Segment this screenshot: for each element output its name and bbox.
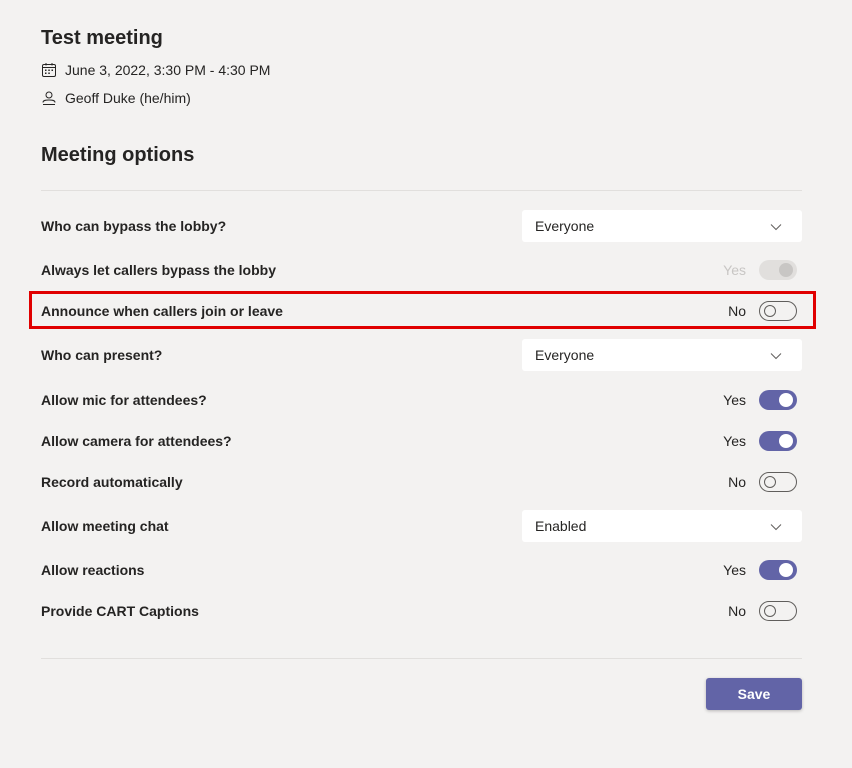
option-label: Allow mic for attendees? [41, 392, 207, 408]
divider [41, 658, 802, 659]
option-row-cart-captions: Provide CART Captions No [41, 595, 802, 627]
option-row-allow-reactions: Allow reactions Yes [41, 554, 802, 586]
option-row-callers-bypass: Always let callers bypass the lobby Yes [41, 254, 802, 286]
toggle-state-text: No [728, 603, 746, 619]
toggle-state-text: No [728, 474, 746, 490]
divider [41, 190, 802, 191]
dropdown-value: Enabled [535, 518, 587, 534]
option-row-meeting-chat: Allow meeting chat Enabled [41, 510, 802, 542]
option-row-allow-mic: Allow mic for attendees? Yes [41, 384, 802, 416]
meeting-options-heading: Meeting options [41, 144, 195, 166]
callers-bypass-toggle [759, 260, 797, 280]
option-row-allow-camera: Allow camera for attendees? Yes [41, 425, 802, 457]
meeting-datetime-row: June 3, 2022, 3:30 PM - 4:30 PM [41, 62, 270, 78]
record-automatically-toggle[interactable] [759, 472, 797, 492]
meeting-organizer-row: Geoff Duke (he/him) [41, 90, 191, 106]
option-label: Who can present? [41, 347, 163, 363]
person-icon [41, 90, 57, 106]
option-label: Always let callers bypass the lobby [41, 262, 276, 278]
meeting-organizer: Geoff Duke (he/him) [65, 90, 191, 106]
allow-camera-toggle[interactable] [759, 431, 797, 451]
toggle-state-text: Yes [723, 262, 746, 278]
chevron-down-icon [770, 218, 782, 234]
save-button[interactable]: Save [706, 678, 802, 710]
dropdown-value: Everyone [535, 218, 595, 234]
chevron-down-icon [770, 518, 782, 534]
allow-mic-toggle[interactable] [759, 390, 797, 410]
option-label: Record automatically [41, 474, 183, 490]
option-label: Who can bypass the lobby? [41, 218, 227, 234]
meeting-chat-dropdown[interactable]: Enabled [522, 510, 802, 542]
toggle-state-text: Yes [723, 392, 746, 408]
meeting-datetime: June 3, 2022, 3:30 PM - 4:30 PM [65, 62, 271, 78]
option-row-who-can-present: Who can present? Everyone [41, 339, 802, 371]
toggle-state-text: Yes [723, 433, 746, 449]
option-row-record-automatically: Record automatically No [41, 466, 802, 498]
calendar-icon [41, 62, 57, 78]
option-label: Provide CART Captions [41, 603, 199, 619]
option-label: Allow meeting chat [41, 518, 169, 534]
who-can-present-dropdown[interactable]: Everyone [522, 339, 802, 371]
highlight-box [29, 291, 816, 329]
bypass-lobby-dropdown[interactable]: Everyone [522, 210, 802, 242]
toggle-state-text: Yes [723, 562, 746, 578]
cart-captions-toggle[interactable] [759, 601, 797, 621]
option-label: Allow reactions [41, 562, 145, 578]
dropdown-value: Everyone [535, 347, 595, 363]
option-row-bypass-lobby: Who can bypass the lobby? Everyone [41, 210, 802, 242]
meeting-title: Test meeting [41, 27, 163, 49]
allow-reactions-toggle[interactable] [759, 560, 797, 580]
option-label: Allow camera for attendees? [41, 433, 232, 449]
chevron-down-icon [770, 347, 782, 363]
